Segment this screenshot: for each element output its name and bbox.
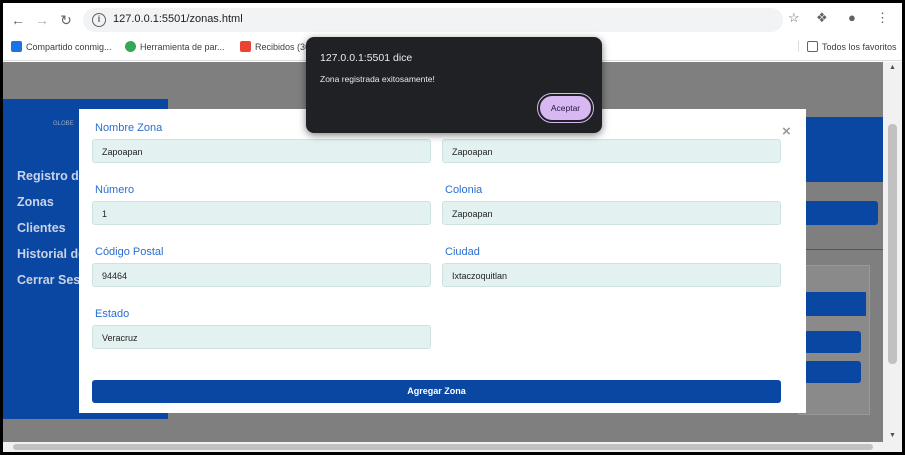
browser-toolbar: ← → ↻ i 127.0.0.1:5501/zonas.html ☆ ❖ ● … (3, 3, 902, 37)
extensions-icon[interactable]: ❖ (816, 10, 828, 26)
alert-message: Zona registrada exitosamente! (320, 74, 435, 84)
sidebar-item-clientes[interactable]: Clientes (17, 221, 66, 235)
scroll-down-icon[interactable]: ▼ (889, 432, 896, 439)
scroll-thumb[interactable] (13, 444, 873, 450)
alert-dialog: 127.0.0.1:5501 dice Zona registrada exit… (306, 37, 602, 133)
menu-dots-icon[interactable]: ⋮ (876, 10, 889, 26)
back-arrow-icon[interactable]: ← (9, 11, 27, 29)
tool-icon (125, 41, 136, 52)
vertical-scrollbar[interactable]: ▲ ▼ (883, 62, 902, 442)
nombre-zona-input[interactable]: Zapoapan (92, 139, 431, 163)
sidebar-item-zonas[interactable]: Zonas (17, 195, 54, 209)
alert-title: 127.0.0.1:5501 dice (320, 52, 413, 64)
bookmark-item[interactable]: Compartido conmig... (11, 41, 112, 52)
bookmark-item[interactable]: Herramienta de par... (125, 41, 225, 52)
field-label: Código Postal (95, 246, 164, 258)
horizontal-scrollbar[interactable] (3, 442, 902, 452)
all-bookmarks[interactable]: Todos los favoritos (798, 41, 897, 52)
background-panel (798, 265, 870, 415)
colonia-input[interactable]: Zapoapan (442, 201, 781, 225)
folder-icon (807, 41, 818, 52)
codigo-postal-input[interactable]: 94464 (92, 263, 431, 287)
site-info-icon[interactable]: i (92, 13, 106, 27)
aceptar-button[interactable]: Aceptar (537, 93, 594, 123)
profile-icon[interactable]: ● (848, 10, 856, 25)
zone-modal: × Nombre Zona Zapoapan Zapoapan Número 1… (79, 109, 806, 413)
ciudad-input[interactable]: Ixtaczoquitlan (442, 263, 781, 287)
scroll-thumb[interactable] (888, 124, 897, 364)
url-text: 127.0.0.1:5501/zonas.html (113, 13, 243, 25)
header-block (798, 117, 883, 182)
background-button (798, 201, 878, 225)
gmail-icon (240, 41, 251, 52)
scroll-up-icon[interactable]: ▲ (889, 64, 896, 71)
field-label: Colonia (445, 184, 483, 196)
close-icon[interactable]: × (782, 123, 791, 140)
agregar-zona-button[interactable]: Agregar Zona (92, 380, 781, 403)
background-button (804, 361, 861, 383)
sidebar-item-registro[interactable]: Registro de (17, 169, 86, 183)
sidebar-item-cerrar-sesion[interactable]: Cerrar Ses (17, 273, 80, 287)
drive-icon (11, 41, 22, 52)
field-label: Nombre Zona (95, 122, 163, 134)
browser-window: ← → ↻ i 127.0.0.1:5501/zonas.html ☆ ❖ ● … (3, 3, 902, 452)
numero-input[interactable]: 1 (92, 201, 431, 225)
bookmark-star-icon[interactable]: ☆ (788, 10, 800, 26)
field-label: Estado (95, 308, 130, 320)
background-button (804, 331, 861, 353)
field-label: Ciudad (445, 246, 480, 258)
second-zone-input[interactable]: Zapoapan (442, 139, 781, 163)
divider (798, 249, 883, 250)
estado-input[interactable]: Veracruz (92, 325, 431, 349)
field-label: Número (95, 184, 135, 196)
background-header (804, 292, 866, 316)
sidebar-item-historial[interactable]: Historial de (17, 247, 85, 261)
address-bar[interactable]: i 127.0.0.1:5501/zonas.html (83, 8, 783, 32)
forward-arrow-icon[interactable]: → (33, 11, 51, 29)
reload-icon[interactable]: ↻ (57, 11, 75, 29)
